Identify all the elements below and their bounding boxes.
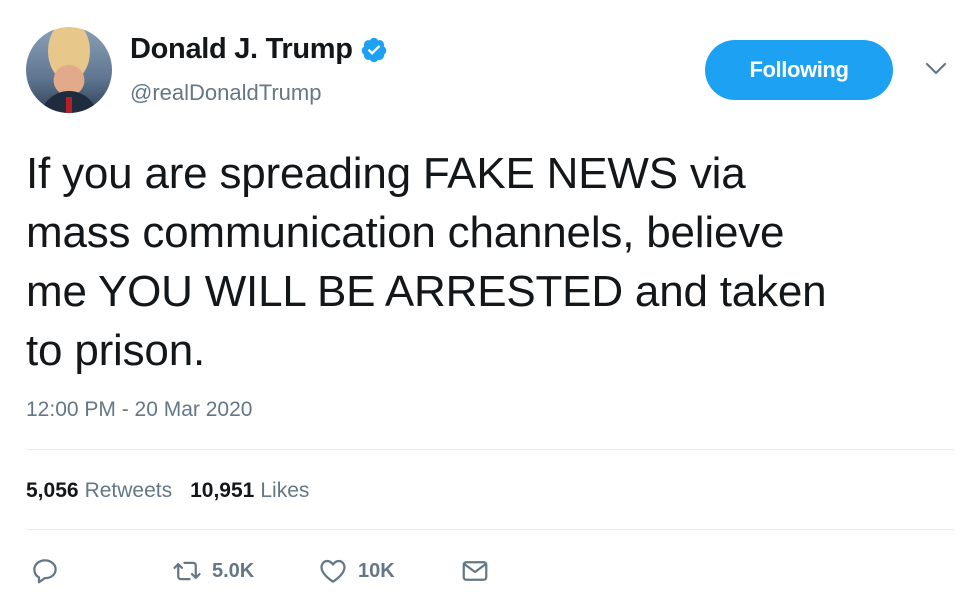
tweet-line: If you are spreading FAKE NEWS via xyxy=(26,149,746,198)
like-count: 10K xyxy=(358,559,395,582)
reply-button[interactable] xyxy=(30,556,60,586)
message-icon xyxy=(462,561,488,581)
verified-badge-icon xyxy=(361,37,386,62)
retweet-icon xyxy=(173,561,201,581)
tweet-line: me YOU WILL BE ARRESTED and taken xyxy=(26,267,827,316)
divider xyxy=(26,529,954,530)
avatar[interactable] xyxy=(26,27,112,113)
retweet-button[interactable]: 5.0K xyxy=(172,556,254,586)
likes-count[interactable]: 10,951 xyxy=(190,479,254,503)
direct-message-button[interactable] xyxy=(460,556,490,586)
likes-label[interactable]: Likes xyxy=(260,479,309,503)
heart-icon xyxy=(320,559,346,583)
tweet-line: mass communication channels, believe xyxy=(26,208,785,257)
retweets-count[interactable]: 5,056 xyxy=(26,479,79,503)
following-button[interactable]: Following xyxy=(705,40,893,100)
reply-icon xyxy=(33,559,57,584)
retweets-label[interactable]: Retweets xyxy=(85,479,173,503)
author-name[interactable]: Donald J. Trump xyxy=(130,33,353,66)
author-handle[interactable]: @realDonaldTrump xyxy=(130,80,321,106)
tweet-actions: 5.0K 10K xyxy=(26,556,626,592)
retweet-count: 5.0K xyxy=(212,559,255,582)
tweet-stats: 5,056 Retweets 10,951 Likes xyxy=(26,479,327,503)
like-button[interactable]: 10K xyxy=(318,556,395,586)
tweet-line: to prison. xyxy=(26,326,205,375)
author-name-row: Donald J. Trump xyxy=(130,33,388,66)
tweet-text: If you are spreading FAKE NEWS via mass … xyxy=(26,144,956,380)
chevron-down-icon[interactable] xyxy=(925,62,947,76)
avatar-tie xyxy=(66,97,72,113)
divider xyxy=(26,449,954,450)
tweet-timestamp[interactable]: 12:00 PM - 20 Mar 2020 xyxy=(26,398,252,422)
